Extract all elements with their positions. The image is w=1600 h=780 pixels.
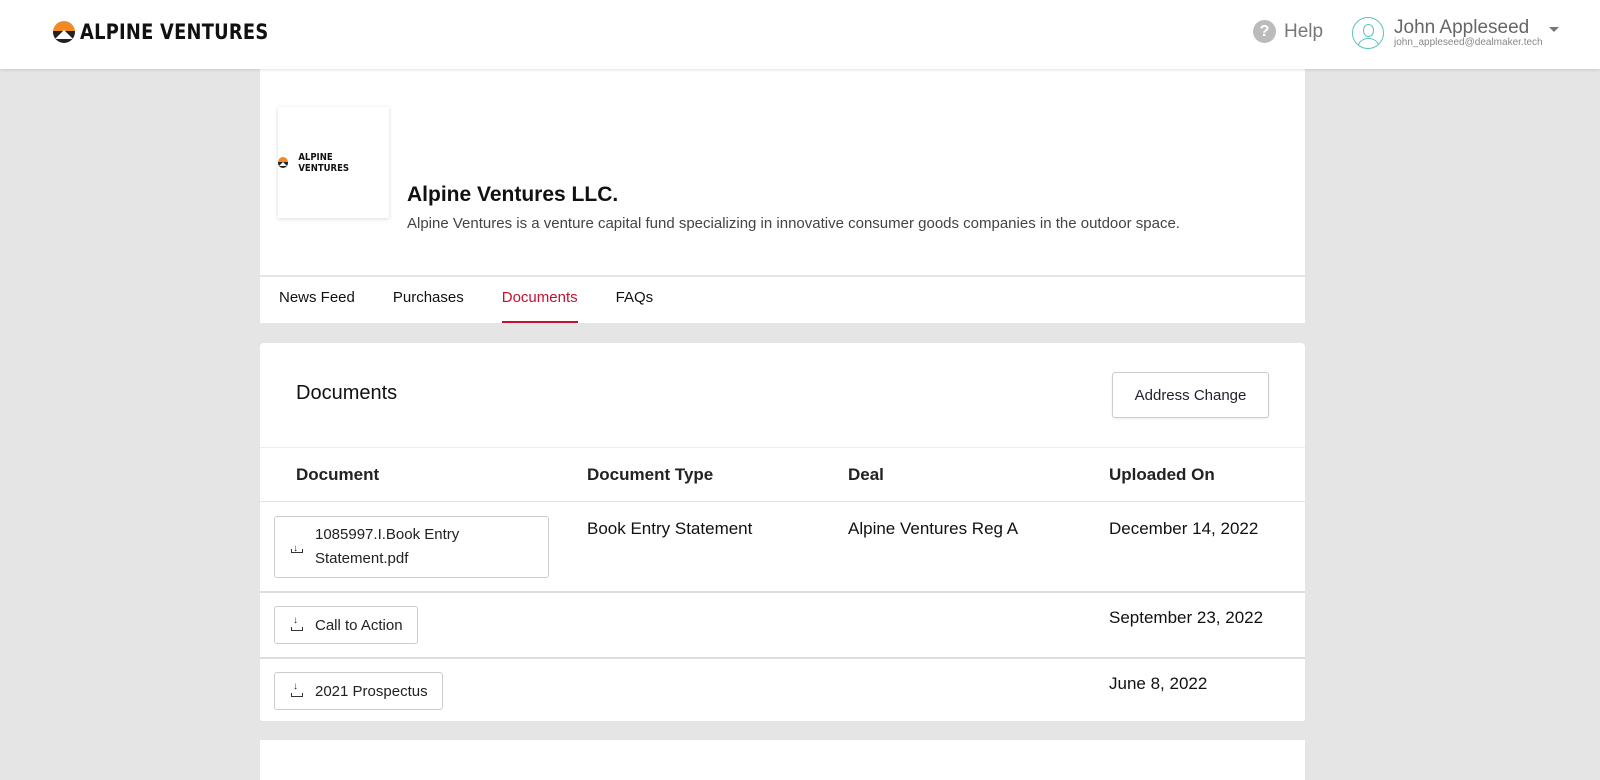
- user-menu[interactable]: John Appleseed john_appleseed@dealmaker.…: [1352, 17, 1559, 49]
- tab-faqs[interactable]: FAQs: [616, 277, 654, 323]
- avatar-icon: [1352, 17, 1384, 49]
- download-file-button[interactable]: 1085997.I.Book Entry Statement.pdf: [274, 516, 549, 578]
- tab-purchases[interactable]: Purchases: [393, 277, 464, 323]
- company-description: Alpine Ventures is a venture capital fun…: [407, 215, 1180, 232]
- download-icon: [291, 537, 303, 561]
- help-label: Help: [1284, 20, 1324, 42]
- company-logo-text: ALPINE VENTURES: [298, 151, 350, 174]
- download-icon: [291, 681, 303, 697]
- table-row: 2021 Prospectus June 8, 2022: [260, 659, 1305, 722]
- help-link[interactable]: ? Help: [1253, 20, 1323, 43]
- file-name: Call to Action: [315, 616, 403, 634]
- tab-news-feed[interactable]: News Feed: [279, 277, 355, 323]
- mountain-logo-icon: [278, 157, 289, 168]
- download-icon: [291, 615, 303, 631]
- address-change-button[interactable]: Address Change: [1112, 372, 1269, 418]
- lower-card: [260, 740, 1305, 780]
- company-profile: ALPINE VENTURES Alpine Ventures LLC. Alp…: [260, 69, 1305, 275]
- user-email: john_appleseed@dealmaker.tech: [1394, 37, 1543, 48]
- download-file-button[interactable]: 2021 Prospectus: [274, 672, 443, 710]
- brand-logo[interactable]: ALPINE VENTURES: [53, 20, 302, 44]
- uploaded-date: September 23, 2022: [1109, 608, 1264, 627]
- tab-documents[interactable]: Documents: [501, 277, 578, 323]
- table-row: Call to Action September 23, 2022: [260, 593, 1305, 659]
- column-header: Document Type: [587, 465, 714, 484]
- documents-card: Documents Address Change Document Docume…: [260, 343, 1305, 722]
- deal-name: Alpine Ventures Reg A: [848, 519, 1019, 538]
- table-header: Document Document Type Deal Uploaded On: [260, 447, 1305, 502]
- documents-title: Documents: [296, 382, 398, 404]
- top-bar: ALPINE VENTURES ? Help John Appleseed jo…: [0, 0, 1600, 69]
- file-name: 2021 Prospectus: [315, 682, 428, 700]
- mountain-logo-icon: [53, 21, 75, 43]
- help-icon: ?: [1253, 20, 1276, 43]
- document-type: Book Entry Statement: [587, 519, 753, 538]
- uploaded-date: December 14, 2022: [1109, 519, 1259, 538]
- column-header: Deal: [848, 465, 884, 484]
- tab-bar: News Feed Purchases Documents FAQs: [260, 277, 1305, 323]
- column-header: Uploaded On: [1109, 465, 1215, 484]
- table-row: 1085997.I.Book Entry Statement.pdf Book E…: [260, 502, 1305, 593]
- chevron-down-icon: [1548, 26, 1559, 32]
- column-header: Document: [296, 465, 380, 484]
- uploaded-date: June 8, 2022: [1109, 674, 1208, 693]
- company-name: Alpine Ventures LLC.: [407, 183, 619, 206]
- user-name: John Appleseed: [1394, 17, 1530, 38]
- brand-name: ALPINE VENTURES: [80, 20, 269, 44]
- file-name: 1085997.I.Book Entry: [315, 526, 460, 543]
- download-file-button[interactable]: Call to Action: [274, 606, 418, 644]
- company-logo: ALPINE VENTURES: [278, 107, 389, 218]
- file-name: Statement.pdf: [315, 550, 409, 567]
